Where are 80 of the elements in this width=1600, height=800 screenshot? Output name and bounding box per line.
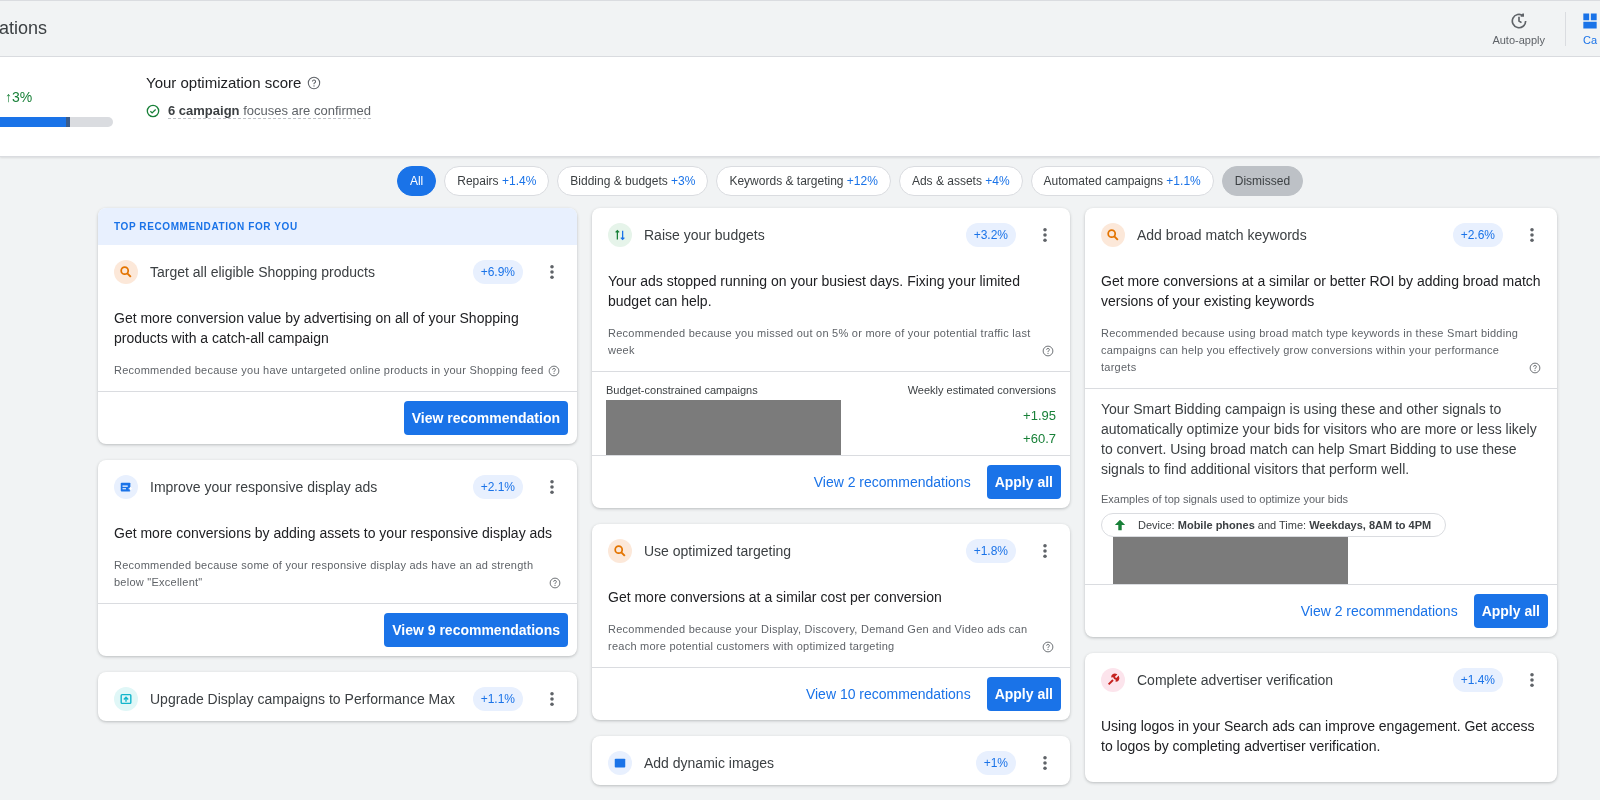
filter-chip[interactable]: All (396, 166, 437, 196)
uplift-badge: +1.1% (472, 687, 523, 711)
help-icon[interactable] (547, 365, 560, 377)
more-options-icon[interactable] (549, 479, 555, 495)
card-title: Add dynamic images (644, 755, 775, 771)
score-title: Your optimization score (146, 74, 302, 91)
column-heading: Weekly estimated conversions (907, 384, 1056, 396)
card-headline: Get more conversion value by advertising on all of your Shopping products with a catch-all campaign (114, 309, 520, 348)
card-title: Raise your budgets (644, 227, 766, 243)
toolbar-button[interactable]: Auto-apply (1492, 11, 1545, 46)
uplift-badge: +1.8% (965, 539, 1016, 563)
more-options-icon[interactable] (549, 264, 555, 280)
card-headline: Get more conversions by adding assets to your responsive display ads (114, 524, 554, 543)
up-down-arrows-icon (613, 228, 627, 242)
signals-description: Your Smart Bidding campaign is using these and other signals to automatically optimize your bids for visitors who are more or less likely to convert. Using broad match can help Smart Bidding to use these signals to find additional visitors that perform well. (1101, 400, 1538, 479)
more-options-icon[interactable] (1042, 755, 1048, 771)
more-options-icon[interactable] (549, 691, 555, 707)
conversion-value: +60.7 (1023, 430, 1056, 448)
score-change: ↑3% (5, 89, 34, 105)
help-icon[interactable] (1042, 641, 1054, 653)
primary-button[interactable]: Apply all (1473, 594, 1548, 628)
toolbar-button[interactable]: Ca (1580, 11, 1600, 46)
more-options-icon[interactable] (1529, 227, 1535, 243)
search-icon (613, 544, 627, 558)
help-icon[interactable] (1042, 345, 1054, 357)
filter-chip[interactable]: Keywords & targeting +12% (716, 166, 891, 196)
search-icon (1106, 228, 1120, 242)
more-options-icon[interactable] (1529, 672, 1535, 688)
uplift-badge: +2.1% (472, 475, 523, 499)
search-icon (119, 265, 133, 279)
uplift-badge: +3.2% (965, 223, 1016, 247)
campaign-focus-link[interactable]: 6 campaign focuses are confirmed (168, 103, 372, 119)
card-headline: Get more conversions at a similar or better ROI by adding broad match versions of your existing keywords (1101, 272, 1541, 311)
reason-text: Recommended because you have untargeted online products in your Shopping feed (114, 363, 544, 378)
reason-text: Recommended because your Display, Discovery, Demand Gen and Video ads can reach more potential customers with optimized targeting (608, 622, 1029, 654)
filter-chip[interactable]: Dismissed (1221, 166, 1304, 196)
up-arrow-icon (1114, 519, 1126, 531)
card-headline: Your ads stopped running on your busiest days. Fixing your limited budget can help. (608, 272, 1021, 311)
cards-icon (1580, 11, 1600, 31)
check-circle-icon (146, 104, 160, 118)
card-headline: Using logos in your Search ads can improve engagement. Get access to logos by completing advertiser verification. (1101, 717, 1536, 756)
filter-chip[interactable]: Repairs +1.4% (444, 166, 550, 196)
filter-chip[interactable]: Bidding & budgets +3% (557, 166, 709, 196)
primary-button[interactable]: Apply all (986, 677, 1061, 711)
more-options-icon[interactable] (1042, 543, 1048, 559)
display-ad-icon (119, 480, 133, 494)
more-options-icon[interactable] (1042, 227, 1048, 243)
reason-text: Recommended because some of your responsive display ads have an ad strength below "Excellent" (114, 558, 535, 590)
uplift-badge: +1.4% (1452, 668, 1503, 692)
primary-button[interactable]: View 9 recommendations (384, 613, 568, 647)
conversion-value: +1.95 (1023, 407, 1056, 425)
uplift-badge: +2.6% (1452, 223, 1503, 247)
filter-chip[interactable]: Automated campaigns +1.1% (1030, 166, 1214, 196)
card-banner: TOP RECOMMENDATION FOR YOU (98, 208, 577, 245)
page-title: ations (0, 18, 48, 39)
card-title: Improve your responsive display ads (150, 479, 379, 495)
reason-text: Recommended because using broad match type keywords in these Smart bidding campaigns can help you effectively grow conversions within your performance targets (1101, 326, 1520, 375)
column-heading: Budget-constrained campaigns (606, 384, 759, 396)
card-title: Use optimized targeting (644, 543, 793, 559)
card-title: Add broad match keywords (1137, 227, 1308, 243)
signals-caption: Examples of top signals used to optimize your bids (1101, 493, 1350, 505)
card-title: Target all eligible Shopping products (150, 264, 376, 280)
primary-button[interactable]: View recommendation (403, 401, 568, 435)
reason-text: Recommended because you missed out on 5% or more of your potential traffic last week (608, 326, 1032, 358)
uplift-badge: +1% (975, 751, 1016, 775)
filter-chip[interactable]: Ads & assets +4% (898, 166, 1023, 196)
help-icon[interactable] (1529, 362, 1541, 374)
image-icon (613, 756, 627, 770)
view-recommendations-link[interactable]: View 2 recommendations (1300, 603, 1458, 619)
wrench-icon (1106, 673, 1120, 687)
help-icon[interactable] (549, 577, 561, 589)
card-title: Upgrade Display campaigns to Performance Max (150, 691, 457, 707)
help-icon[interactable] (307, 75, 322, 90)
view-recommendations-link[interactable]: View 10 recommendations (805, 686, 971, 702)
uplift-badge: +6.9% (472, 260, 523, 284)
view-recommendations-link[interactable]: View 2 recommendations (813, 474, 971, 490)
primary-button[interactable]: Apply all (986, 465, 1061, 499)
upgrade-icon (119, 692, 133, 706)
card-title: Complete advertiser verification (1137, 672, 1335, 688)
card-headline: Get more conversions at a similar cost per conversion (608, 588, 943, 607)
